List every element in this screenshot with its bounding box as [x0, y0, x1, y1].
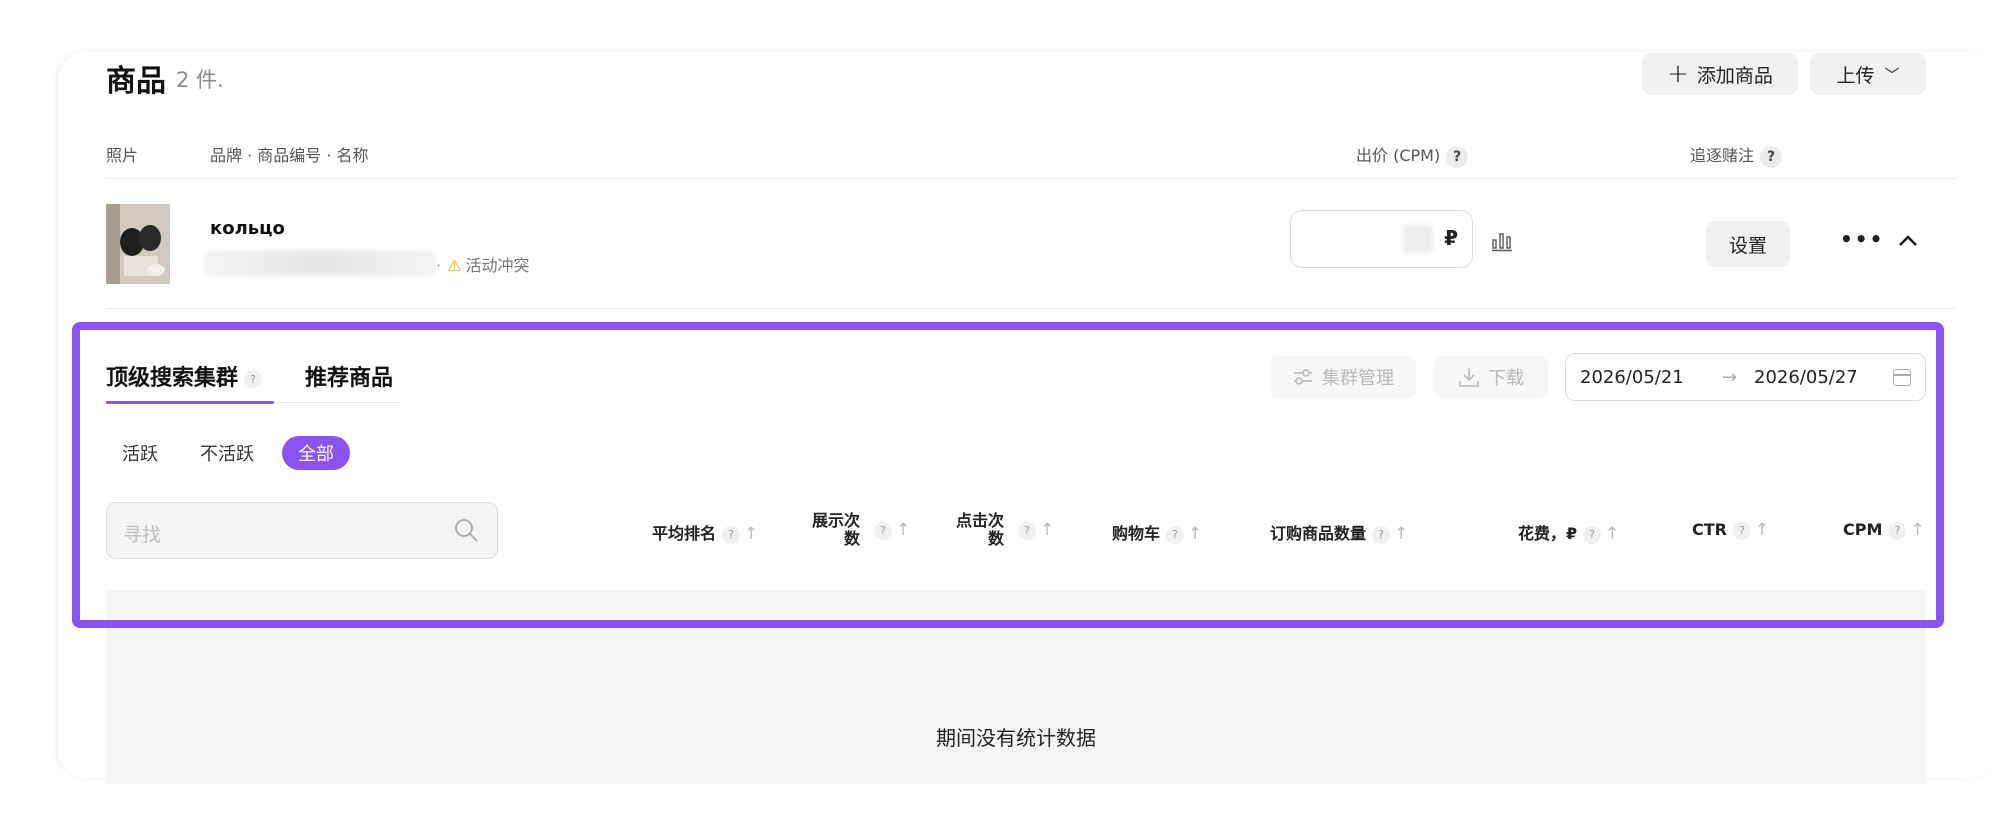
bid-input[interactable]: ₽	[1290, 210, 1473, 268]
product-count: 2 件.	[176, 68, 224, 92]
column-tracking-label: 追逐赌注	[1690, 146, 1755, 165]
divider	[106, 308, 1956, 309]
add-product-label: 添加商品	[1696, 64, 1773, 87]
set-button[interactable]: 设置	[1706, 221, 1790, 267]
currency-symbol: ₽	[1444, 226, 1458, 250]
warning-icon: ⚠	[447, 256, 462, 275]
help-icon[interactable]: ?	[1760, 145, 1783, 168]
column-tracking: 追逐赌注?	[1690, 142, 1783, 168]
conflict-warning[interactable]: · ⚠ 活动冲突	[436, 252, 529, 276]
empty-state-message: 期间没有统计数据	[936, 726, 1096, 750]
column-bid-label: 出价 (CPM)	[1356, 146, 1441, 165]
add-product-button[interactable]: + 添加商品	[1642, 53, 1798, 95]
more-icon[interactable]: •••	[1840, 227, 1884, 251]
help-icon[interactable]: ?	[1446, 145, 1469, 168]
plus-icon: +	[1667, 59, 1689, 89]
chevron-up-icon[interactable]	[1897, 230, 1919, 252]
chevron-down-icon: ﹀	[1884, 65, 1900, 84]
column-photo: 照片	[106, 146, 139, 165]
divider	[106, 178, 1956, 179]
column-bid: 出价 (CPM)?	[1356, 142, 1469, 168]
highlight-frame	[72, 322, 1944, 628]
page-title: 商品	[106, 64, 166, 99]
bar-chart-icon[interactable]	[1491, 230, 1513, 252]
conflict-label: 活动冲突	[465, 256, 530, 275]
blurred-bid-value	[1403, 225, 1433, 253]
blurred-product-id	[204, 250, 436, 276]
upload-label: 上传	[1836, 64, 1875, 87]
column-brand: 品牌 · 商品编号 · 名称	[210, 146, 369, 165]
product-thumbnail[interactable]	[106, 204, 170, 284]
product-name[interactable]: кольцо	[210, 218, 285, 239]
upload-button[interactable]: 上传 ﹀	[1810, 53, 1926, 95]
